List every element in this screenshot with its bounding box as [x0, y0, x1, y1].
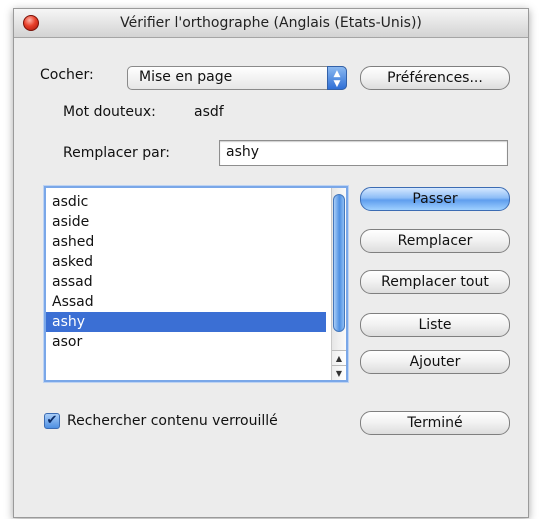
- list-item[interactable]: ashed: [46, 232, 326, 252]
- spellcheck-dialog: Vérifier l'orthographe (Anglais (Etats-U…: [13, 8, 529, 518]
- replace-with-field[interactable]: ashy: [219, 140, 508, 166]
- list-button[interactable]: Liste: [360, 313, 510, 337]
- replace-button[interactable]: Remplacer: [360, 229, 510, 253]
- list-item[interactable]: asked: [46, 252, 326, 272]
- list-item[interactable]: asor: [46, 332, 326, 352]
- window-title: Vérifier l'orthographe (Anglais (Etats-U…: [120, 15, 422, 31]
- check-popup[interactable]: Mise en page ▲ ▼: [127, 66, 347, 90]
- add-button[interactable]: Ajouter: [360, 350, 510, 374]
- chevron-updown-icon: ▲ ▼: [327, 66, 347, 90]
- list-item[interactable]: Assad: [46, 292, 326, 312]
- scrollbar-thumb[interactable]: [333, 194, 345, 332]
- checkmark-icon: ✔: [46, 413, 58, 428]
- locked-content-checkbox[interactable]: ✔: [44, 413, 60, 429]
- suggestions-list[interactable]: asdic aside ashed asked assad Assad ashy…: [44, 186, 348, 382]
- check-label: Cocher:: [40, 67, 94, 83]
- replace-with-value: ashy: [226, 144, 260, 160]
- list-item[interactable]: asdic: [46, 192, 326, 212]
- list-item-selected[interactable]: ashy: [46, 312, 326, 332]
- scroll-up-icon[interactable]: ▲: [332, 350, 346, 365]
- list-item[interactable]: aside: [46, 212, 326, 232]
- preferences-button[interactable]: Préférences...: [360, 66, 510, 90]
- title-bar[interactable]: Vérifier l'orthographe (Anglais (Etats-U…: [14, 9, 528, 38]
- replace-with-label: Remplacer par:: [63, 145, 170, 161]
- suggestions-scrollbar[interactable]: ▲ ▼: [331, 188, 346, 380]
- scroll-down-icon[interactable]: ▼: [332, 365, 346, 380]
- locked-content-label: Rechercher contenu verrouillé: [67, 413, 278, 429]
- replace-all-button[interactable]: Remplacer tout: [360, 270, 510, 294]
- list-item[interactable]: assad: [46, 272, 326, 292]
- skip-button[interactable]: Passer: [360, 187, 510, 211]
- check-popup-value: Mise en page: [139, 69, 233, 85]
- doubtful-word-label: Mot douteux:: [63, 104, 156, 120]
- done-button[interactable]: Terminé: [360, 411, 510, 435]
- doubtful-word-value: asdf: [194, 104, 224, 120]
